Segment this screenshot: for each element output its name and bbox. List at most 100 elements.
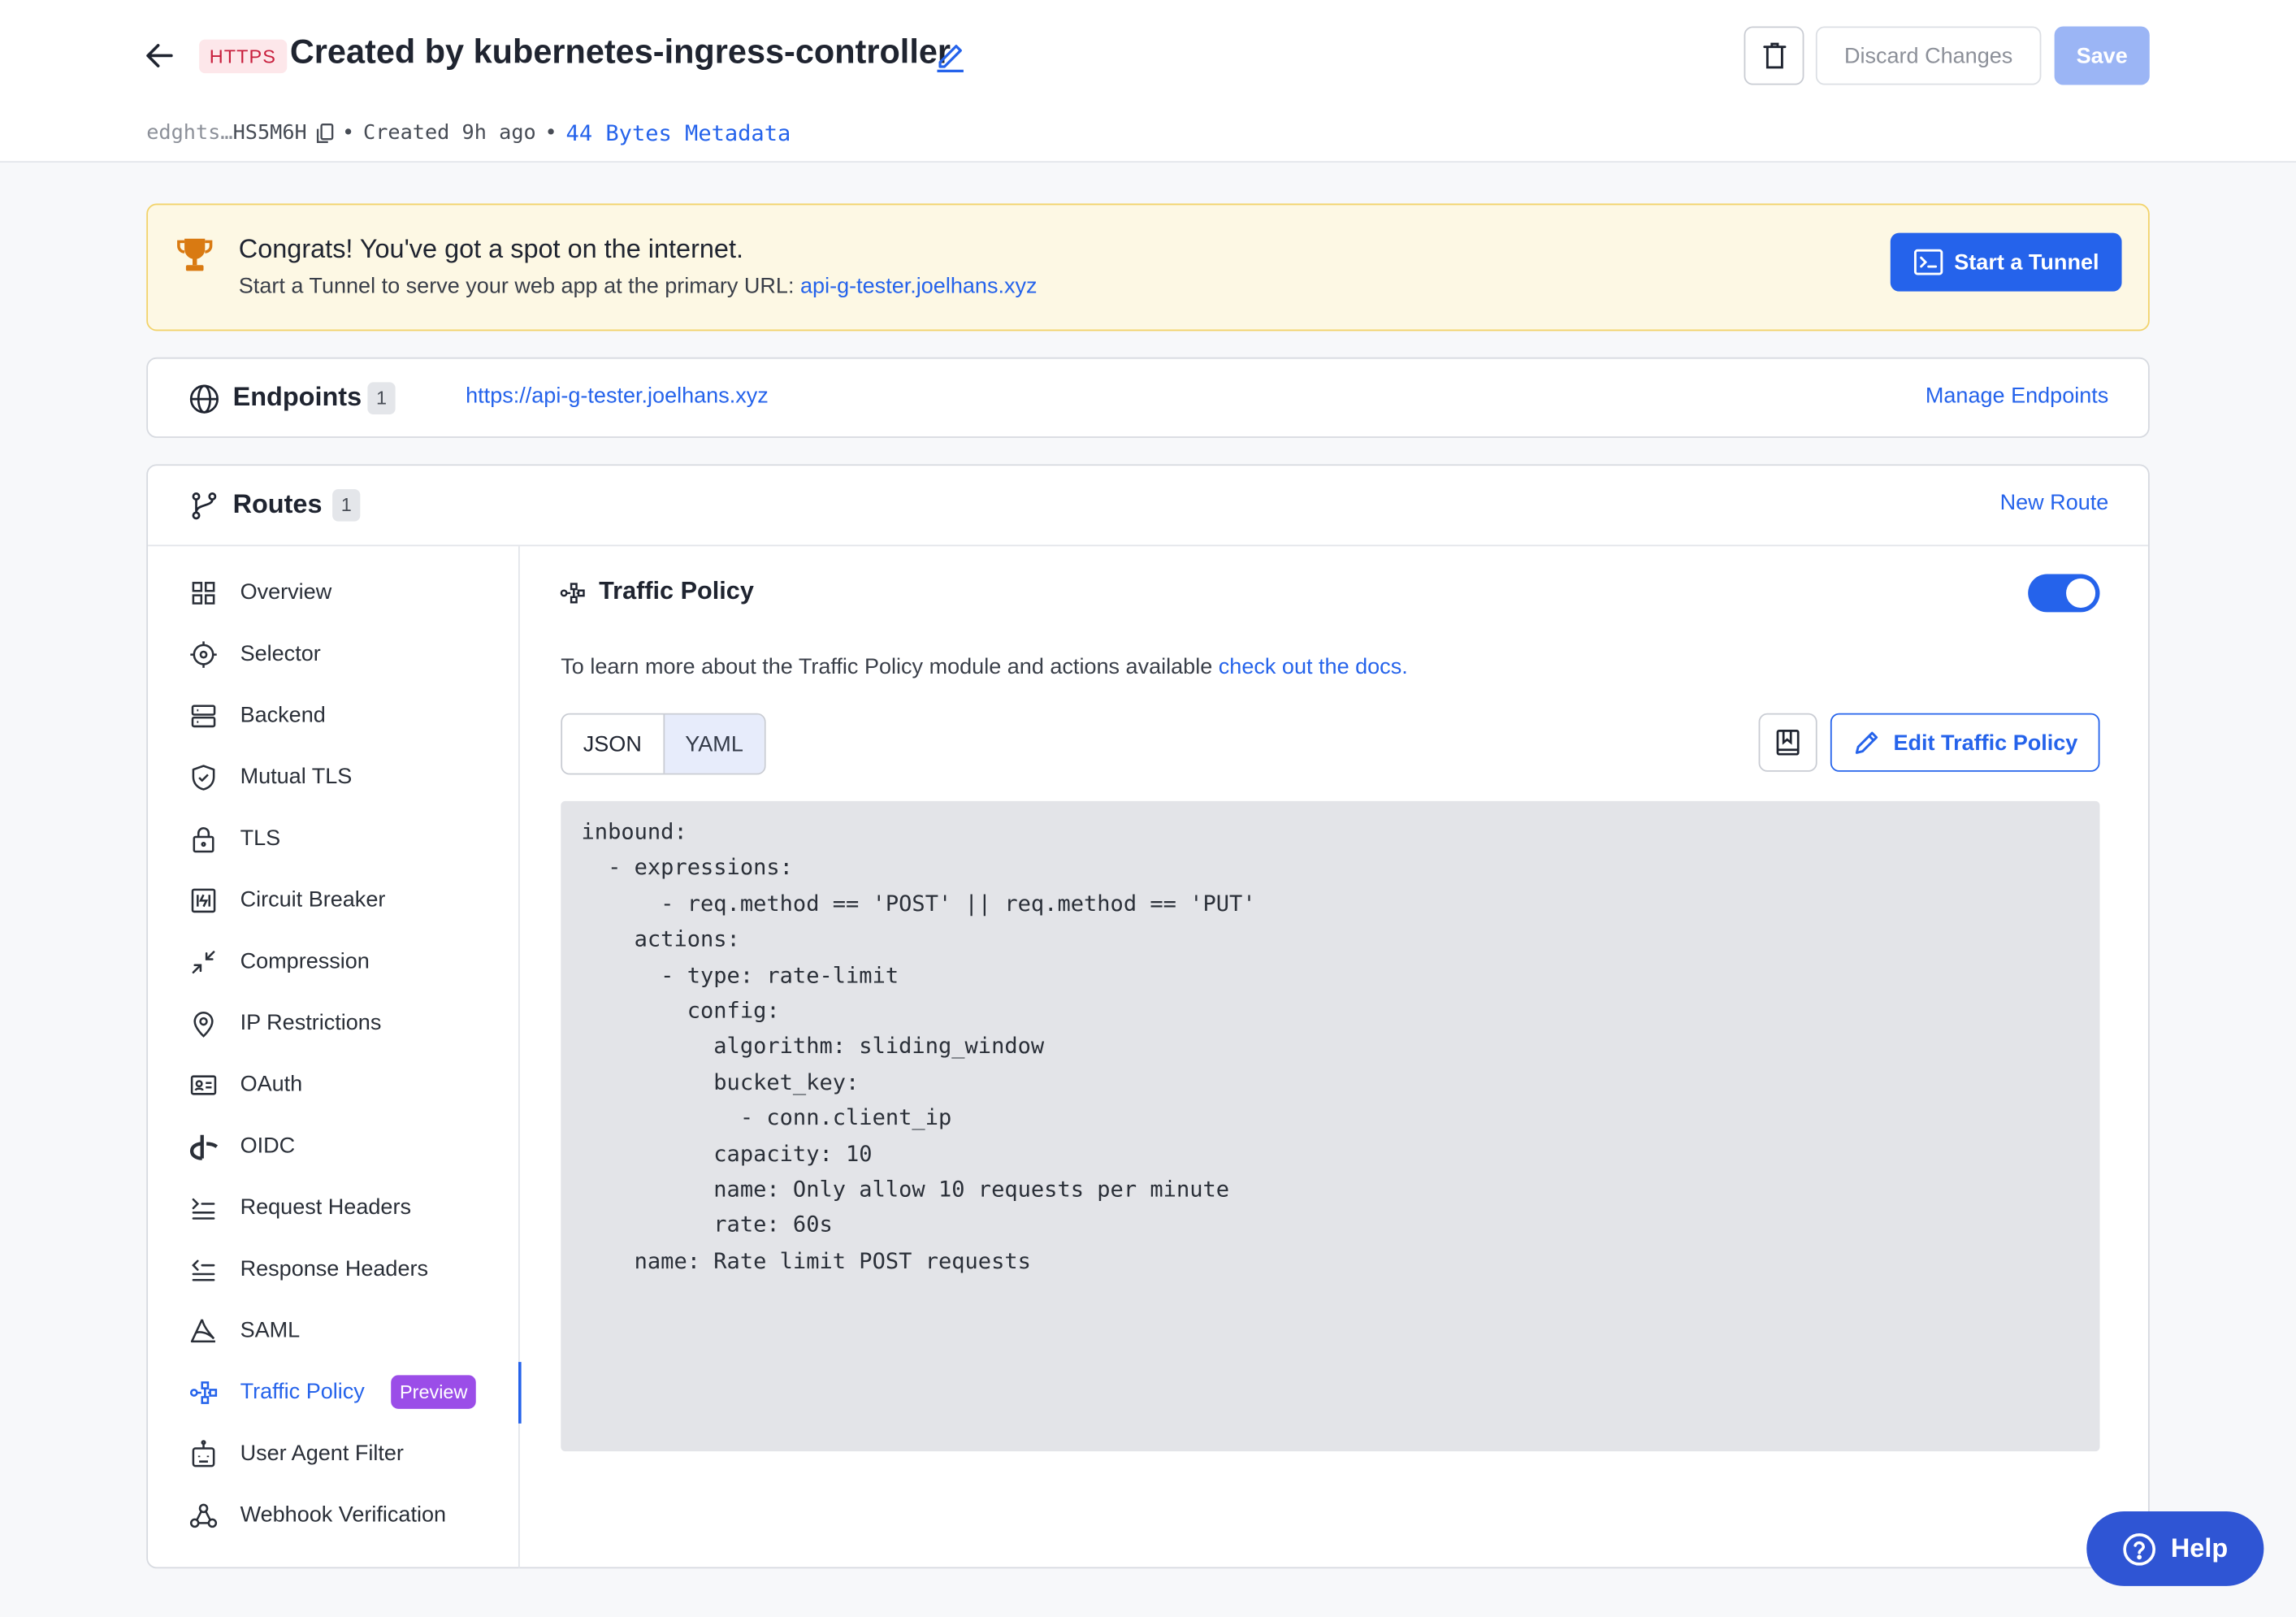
endpoints-count: 1 <box>367 382 395 414</box>
meta-separator: • <box>342 122 354 145</box>
nav-label: IP Restrictions <box>240 1011 382 1036</box>
book-icon <box>1774 728 1800 757</box>
nav-item-mutual-tls[interactable]: Mutual TLS <box>148 752 520 804</box>
edit-title-icon[interactable] <box>934 38 967 73</box>
git-branch-icon <box>188 491 219 522</box>
traffic-policy-section: Traffic Policy To learn more about the T… <box>522 546 2150 1568</box>
nav-label: TLS <box>240 826 281 851</box>
nav-label: SAML <box>240 1318 301 1343</box>
metadata-link[interactable]: 44 Bytes Metadata <box>566 120 791 146</box>
toggle-knob <box>2066 579 2095 608</box>
edit-traffic-policy-label: Edit Traffic Policy <box>1893 730 2077 755</box>
banner-title: Congrats! You've got a spot on the inter… <box>239 234 743 265</box>
banner-description: Start a Tunnel to serve your web app at … <box>239 274 795 299</box>
routes-panel: Routes 1 New Route Overview Selector Bac… <box>146 464 2150 1568</box>
help-button[interactable]: Help <box>2086 1511 2264 1586</box>
nav-label: Webhook Verification <box>240 1502 446 1528</box>
section-title: Traffic Policy <box>599 577 754 606</box>
primary-url-link[interactable]: api-g-tester.joelhans.xyz <box>800 274 1038 299</box>
nav-label: Response Headers <box>240 1256 428 1281</box>
start-tunnel-button[interactable]: Start a Tunnel <box>1891 233 2122 292</box>
section-description: To learn more about the Traffic Policy m… <box>561 655 1407 680</box>
nav-item-selector[interactable]: Selector <box>148 628 520 681</box>
globe-icon <box>188 384 219 414</box>
description-text: To learn more about the Traffic Policy m… <box>561 655 1212 680</box>
back-arrow-icon[interactable] <box>142 38 177 73</box>
id-card-icon <box>188 1070 218 1099</box>
nav-item-ip-restrictions[interactable]: IP Restrictions <box>148 997 520 1050</box>
nav-item-webhook-verification[interactable]: Webhook Verification <box>148 1489 520 1542</box>
endpoint-url-link[interactable]: https://api-g-tester.joelhans.xyz <box>466 384 769 409</box>
shield-check-icon <box>188 763 218 792</box>
nav-item-oidc[interactable]: OIDC <box>148 1121 520 1173</box>
compress-icon <box>188 947 218 977</box>
nav-item-oauth[interactable]: OAuth <box>148 1059 520 1112</box>
save-button[interactable]: Save <box>2055 26 2150 85</box>
saml-icon <box>188 1316 218 1346</box>
discard-changes-button[interactable]: Discard Changes <box>1816 26 2042 85</box>
nav-item-tls[interactable]: TLS <box>148 813 520 865</box>
endpoints-title: Endpoints <box>233 382 362 413</box>
manage-endpoints-link[interactable]: Manage Endpoints <box>1926 384 2108 409</box>
format-switcher: JSON YAML <box>561 713 765 775</box>
response-headers-icon <box>188 1255 218 1285</box>
question-circle-icon <box>2122 1531 2157 1566</box>
page-title: Created by kubernetes-ingress-controller <box>290 33 951 72</box>
robot-icon <box>188 1440 218 1469</box>
webhook-icon <box>188 1501 218 1530</box>
nav-item-backend[interactable]: Backend <box>148 690 520 743</box>
routes-title: Routes <box>233 489 323 520</box>
new-route-link[interactable]: New Route <box>2000 491 2109 516</box>
nav-label: Backend <box>240 703 326 728</box>
trophy-icon <box>174 234 214 275</box>
nav-item-response-headers[interactable]: Response Headers <box>148 1243 520 1296</box>
bookmark-button[interactable] <box>1759 713 1817 772</box>
delete-button[interactable] <box>1744 26 1804 85</box>
copy-icon[interactable] <box>316 123 334 143</box>
pencil-icon <box>1852 728 1882 757</box>
nav-item-circuit-breaker[interactable]: Circuit Breaker <box>148 874 520 927</box>
nav-item-user-agent-filter[interactable]: User Agent Filter <box>148 1428 520 1480</box>
route-module-nav: Overview Selector Backend Mutual TLS TLS… <box>148 546 520 1568</box>
map-pin-icon <box>188 1009 218 1038</box>
routes-count: 1 <box>332 489 360 522</box>
start-tunnel-label: Start a Tunnel <box>1954 249 2099 275</box>
congrats-banner: Congrats! You've got a spot on the inter… <box>146 204 2150 332</box>
circuit-icon <box>188 886 218 915</box>
nav-label: Traffic Policy <box>240 1380 365 1405</box>
nav-label: Overview <box>240 580 332 605</box>
request-headers-icon <box>188 1194 218 1223</box>
target-icon <box>188 640 218 670</box>
nav-label: OAuth <box>240 1072 303 1097</box>
edit-traffic-policy-button[interactable]: Edit Traffic Policy <box>1830 713 2100 772</box>
policy-code-block[interactable]: inbound: - expressions: - req.method == … <box>561 801 2099 1451</box>
nav-label: Circuit Breaker <box>240 887 386 913</box>
nav-item-overview[interactable]: Overview <box>148 566 520 619</box>
nav-item-saml[interactable]: SAML <box>148 1305 520 1358</box>
nav-label: Request Headers <box>240 1195 411 1220</box>
format-yaml-tab[interactable]: YAML <box>663 715 765 774</box>
nav-label: User Agent Filter <box>240 1441 404 1466</box>
nav-item-request-headers[interactable]: Request Headers <box>148 1181 520 1234</box>
grid-icon <box>188 579 218 608</box>
format-json-tab[interactable]: JSON <box>562 715 662 774</box>
docs-link[interactable]: check out the docs. <box>1219 655 1408 680</box>
resource-meta: edghts…HS5M6H • Created 9h ago • 44 Byte… <box>146 120 791 146</box>
terminal-icon <box>1913 249 1943 275</box>
nav-label: Selector <box>240 641 321 666</box>
nav-item-traffic-policy[interactable]: Traffic Policy Preview <box>148 1367 520 1420</box>
id-suffix: HS5M6H <box>233 122 307 145</box>
openid-icon <box>188 1132 218 1161</box>
traffic-policy-icon <box>559 580 585 606</box>
help-label: Help <box>2171 1533 2228 1564</box>
nav-label: OIDC <box>240 1134 296 1159</box>
trash-icon <box>1761 41 1787 70</box>
banner-text: Start a Tunnel to serve your web app at … <box>239 274 1038 299</box>
traffic-policy-toggle[interactable] <box>2028 574 2099 613</box>
meta-separator: • <box>545 122 557 145</box>
nav-label: Mutual TLS <box>240 765 353 790</box>
traffic-policy-icon <box>188 1378 218 1407</box>
server-icon <box>188 701 218 730</box>
lock-icon <box>188 825 218 854</box>
nav-item-compression[interactable]: Compression <box>148 936 520 989</box>
